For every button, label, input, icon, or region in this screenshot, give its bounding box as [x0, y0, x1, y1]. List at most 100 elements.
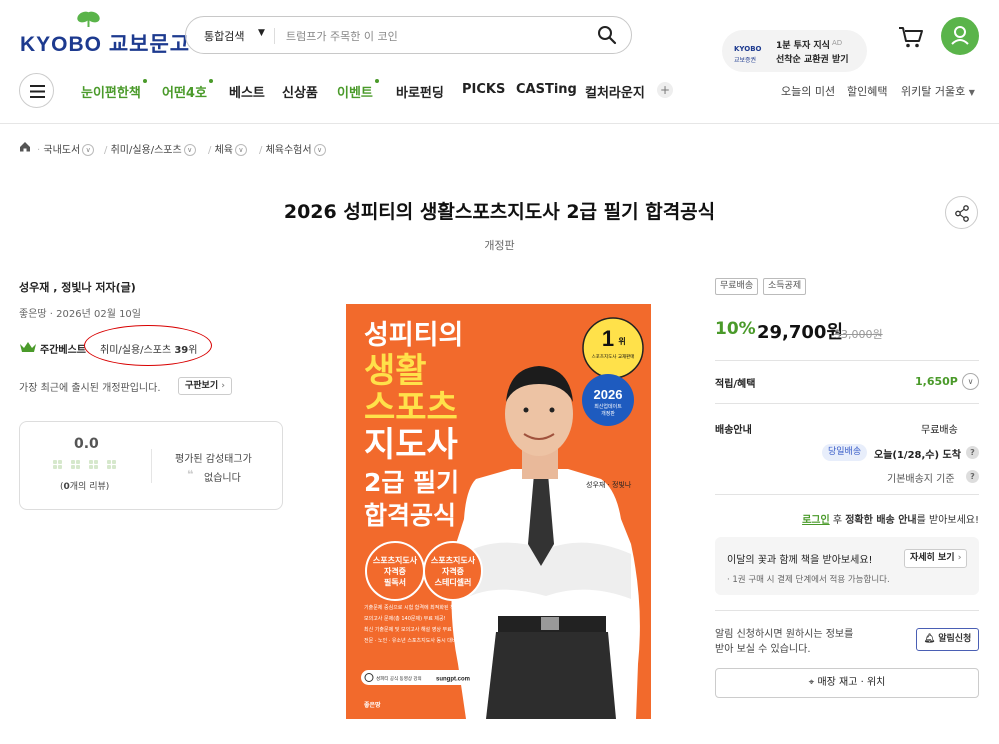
nav-item-new[interactable]: 신상품 [282, 82, 318, 101]
search-icon[interactable] [597, 25, 617, 45]
chevron-down-icon[interactable]: ∨ [962, 373, 979, 390]
nav-item-picks[interactable]: PICKS [462, 82, 505, 97]
emotion-tag-text: 평가된 감성태그가 [175, 454, 252, 465]
cart-icon[interactable] [898, 25, 924, 49]
badge-year-sub2: 개정판 [601, 410, 615, 417]
breadcrumb-item[interactable]: / 체육 ∨ [208, 141, 247, 156]
login-prompt: 로그인 후 정확한 배송 안내를 받아보세요! [715, 511, 979, 526]
badge-year: 2026 [594, 387, 623, 402]
author-link[interactable]: 성우재 , 정빛나 저자(글) [19, 279, 136, 295]
chevron-down-icon[interactable]: ∨ [183, 144, 196, 156]
search-divider [274, 28, 275, 44]
nav-item-funding[interactable]: 바로펀딩 [396, 82, 444, 101]
review-count[interactable]: (0개의 리뷰) [60, 479, 109, 492]
cover-bullet: 최신 기출문제 및 모의고사 해설 영상 무료 제공! [364, 626, 465, 633]
nav-more-button[interactable]: + [657, 82, 673, 98]
search-input[interactable] [286, 26, 576, 46]
original-price: 33,000원 [834, 328, 883, 341]
alarm-button[interactable]: 🔔︎ 알림신청 [916, 628, 979, 651]
breadcrumb-item[interactable]: / 취미/실용/스포츠 ∨ [104, 141, 196, 156]
review-box: 0.0 (0개의 리뷰) 평가된 감성태그가 ❝ 없습니다 [19, 421, 283, 510]
pill1-line2: 자격증 [384, 566, 407, 576]
emotion-tag-empty: 없습니다 [204, 473, 241, 484]
user-icon [951, 26, 969, 45]
bell-icon: 🔔︎ [923, 634, 936, 644]
caret-down-icon: ▼ [968, 88, 975, 97]
breadcrumb-item[interactable]: / 체육수험서 ∨ [259, 141, 326, 156]
search-category[interactable]: 통합검색 [204, 28, 244, 44]
nav-item-label: 이벤트 [337, 86, 373, 101]
wiki-link[interactable]: 위키탈 거울호 ▼ [901, 83, 975, 99]
old-edition-button[interactable]: 구판보기 › [178, 377, 232, 395]
store-stock-button[interactable]: ⌖ 매장 재고 · 위치 [715, 668, 979, 698]
pill1-line1: 스포츠지도사 [373, 555, 418, 565]
nav-item-issue4[interactable]: 어떤4호 [162, 79, 213, 101]
chevron-down-icon[interactable]: ∨ [234, 144, 247, 156]
quote-icon: ❝ [187, 468, 194, 481]
new-dot [208, 79, 213, 83]
nav-item-best[interactable]: 베스트 [229, 82, 265, 101]
badge-year-sub1: 최신업데이트 [594, 403, 622, 410]
chevron-down-icon[interactable]: ∨ [313, 144, 326, 156]
share-button[interactable] [945, 196, 978, 229]
ad-banner[interactable]: KYOBO 교보증권 1분 투자 지식 AD 선착순 교환권 받기 [722, 30, 867, 72]
cover-site-label: 성피티 공식 동영상 강의 [376, 675, 422, 682]
promo-sub: · 1권 구매 시 결제 단계에서 적용 가능합니다. [727, 575, 890, 585]
flower-promo-box: 이달의 꽃과 함께 책을 받아보세요! · 1권 구매 시 결제 단계에서 적용… [715, 537, 979, 595]
help-icon[interactable]: ? [966, 470, 979, 483]
ad-tag: AD [832, 39, 843, 47]
rank-badge: 1 위 스포츠지도사 교재판매 [582, 317, 644, 379]
new-dot [142, 79, 147, 83]
nav-item-label: 눈이편한책 [81, 86, 141, 101]
nav-item-label: 어떤4호 [162, 86, 207, 101]
points-value: 1,650P [915, 375, 958, 388]
cover-site-url: sungpt.com [436, 677, 470, 683]
breadcrumb-label: 국내도서 [43, 145, 81, 156]
pill2-line3: 스테디셀러 [435, 577, 472, 587]
divider [715, 403, 979, 404]
breadcrumb-item[interactable]: · 국내도서 ∨ [37, 141, 95, 156]
nav-item-casting[interactable]: CASTing [516, 82, 577, 97]
edition-label: 개정판 [484, 239, 515, 252]
discount-link[interactable]: 할인혜택 [847, 83, 887, 99]
nav-item-event[interactable]: 이벤트 [337, 79, 379, 101]
book-cover[interactable]: 1 위 스포츠지도사 교재판매 2026 최신업데이트 개정판 성피티의 생활 … [346, 304, 651, 719]
user-button[interactable] [941, 17, 979, 55]
crown-icon [20, 342, 36, 352]
cover-bullet: 전문 · 노인 · 유소년 스포츠지도사 동시 대비 [364, 637, 457, 644]
bestseller-label: 주간베스트 [40, 345, 86, 356]
ad-logo-sub: 교보증권 [734, 57, 757, 64]
review-score: 0.0 [74, 436, 99, 452]
edition-note: 가장 최근에 출시된 개정판입니다. [19, 383, 161, 394]
wiki-link-label: 위키탈 거울호 [901, 85, 966, 98]
product-title: 2026 성피티의 생활스포츠지도사 2급 필기 합격공식 [283, 201, 716, 223]
nav-item-easy-read[interactable]: 눈이편한책 [81, 79, 147, 101]
cover-title-line3: 스포츠 [364, 388, 458, 428]
caret-down-icon[interactable]: ▼ [258, 28, 265, 38]
chevron-right-icon: › [221, 381, 225, 391]
breadcrumb-label: 취미/실용/스포츠 [110, 145, 182, 156]
review-count-suffix: 개의 리뷰) [69, 482, 110, 492]
help-icon[interactable]: ? [966, 446, 979, 459]
promo-detail-button[interactable]: 자세히 보기 › [904, 549, 968, 568]
chevron-down-icon[interactable]: ∨ [82, 144, 95, 156]
header-divider [0, 123, 999, 124]
logo-text: KYOBO 교보문고 [20, 33, 191, 56]
daily-mission-link[interactable]: 오늘의 미션 [781, 83, 835, 99]
cover-bullet: 기출문제 중심으로 시험 합격에 최적화된 책 [364, 604, 455, 611]
breadcrumb-separator: / [104, 145, 108, 156]
breadcrumb-separator: / [208, 145, 212, 156]
breadcrumb-separator: · [37, 145, 41, 156]
cover-pill-2: 스포츠지도사 자격증 스테디셀러 [423, 541, 483, 601]
kyobo-logo[interactable]: KYOBO 교보문고 [20, 8, 189, 56]
chevron-right-icon: › [957, 553, 962, 563]
arrival-date: 오늘(1/28,수) 도착 [874, 450, 961, 461]
menu-button[interactable] [19, 73, 54, 108]
annotation-circle [84, 325, 212, 366]
nav-item-culture-lounge[interactable]: 컬처라운지 [585, 82, 645, 101]
ad-logo: KYOBO [734, 45, 762, 53]
cover-authors: 성우재 · 정빛나 [586, 480, 632, 489]
year-badge: 2026 최신업데이트 개정판 [582, 374, 634, 426]
login-link[interactable]: 로그인 [802, 515, 830, 526]
home-icon[interactable] [19, 141, 31, 152]
